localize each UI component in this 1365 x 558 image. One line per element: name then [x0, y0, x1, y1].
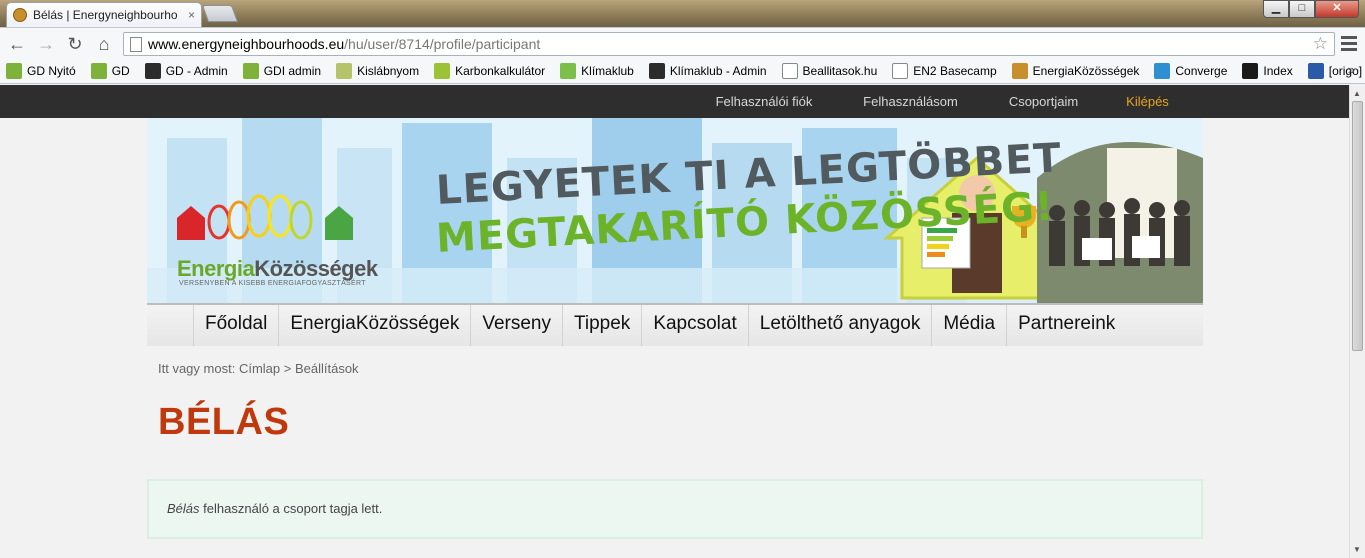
new-tab-button[interactable]: [201, 5, 239, 22]
browser-titlebar: Bélás | Energyneighbourho × ▁ □ ✕: [0, 0, 1365, 27]
message-username: Bélás: [167, 501, 200, 516]
browser-toolbar: ← → ↻ ⌂ www.energyneighbourhoods.eu/hu/u…: [0, 27, 1365, 59]
bookmark-item[interactable]: Klímaklub: [560, 63, 634, 79]
nav-kapcsolat[interactable]: Kapcsolat: [641, 305, 747, 346]
main-navigation: Főoldal EnergiaKözösségek Verseny Tippek…: [147, 303, 1203, 346]
bookmark-item[interactable]: Karbonkalkulátor: [434, 63, 545, 79]
bookmark-label: EnergiaKözösségek: [1032, 64, 1140, 78]
bookmark-star-icon[interactable]: ☆: [1313, 34, 1328, 54]
page-title: BÉLÁS: [158, 401, 290, 443]
reload-icon[interactable]: ↻: [64, 33, 86, 55]
bookmark-label: Klímaklub - Admin: [669, 64, 767, 78]
url-path: /hu/user/8714/profile/participant: [344, 36, 541, 52]
url-host: www.energyneighbourhoods.eu: [148, 36, 345, 52]
page-icon: [892, 63, 909, 79]
joomla-icon: [648, 63, 665, 79]
url-text: www.energyneighbourhoods.eu/hu/user/8714…: [148, 36, 540, 52]
bookmark-label: GD Nyitó: [27, 64, 76, 78]
bookmarks-bar: GD Nyitó GD GD - Admin GDI admin Kislábnyom K…: [0, 59, 1365, 84]
breadcrumb: Itt vagy most: Címlap > Beállítások: [158, 361, 359, 376]
bookmark-label: GD: [111, 64, 130, 78]
bookmark-label: GDI admin: [263, 64, 322, 78]
minimize-button[interactable]: ▁: [1263, 0, 1289, 18]
status-message: Bélás felhasználó a csoport tagja lett.: [147, 479, 1203, 539]
nav-fooldal[interactable]: Főoldal: [193, 305, 278, 346]
page-scrollbar[interactable]: ▲ ▼: [1349, 85, 1365, 558]
bookmark-item[interactable]: Beallitasok.hu: [781, 63, 878, 79]
close-window-button[interactable]: ✕: [1315, 0, 1359, 18]
en2-icon: [1011, 63, 1028, 79]
origo-icon: [1307, 63, 1324, 79]
joomla-icon: [144, 63, 161, 79]
bookmark-label: Beallitasok.hu: [802, 64, 878, 78]
scroll-down-icon[interactable]: ▼: [1353, 545, 1361, 554]
bookmark-item[interactable]: GD - Admin: [144, 63, 228, 79]
breadcrumb-current: Beállítások: [294, 361, 359, 376]
home-icon[interactable]: ⌂: [93, 33, 115, 55]
bookmark-item[interactable]: GD Nyitó: [6, 63, 76, 79]
co2-icon: [434, 63, 451, 79]
bookmark-item[interactable]: EN2 Basecamp: [892, 63, 997, 79]
bookmark-item[interactable]: Klímaklub - Admin: [648, 63, 767, 79]
close-tab-icon[interactable]: ×: [188, 8, 195, 22]
address-bar[interactable]: www.energyneighbourhoods.eu/hu/user/8714…: [123, 32, 1335, 56]
bookmark-label: Klímaklub: [581, 64, 634, 78]
breadcrumb-home-link[interactable]: Címlap: [239, 361, 280, 376]
bookmark-item[interactable]: GDI admin: [242, 63, 322, 79]
logo-kozossegek: Közösségek: [254, 256, 378, 281]
bookmark-item[interactable]: EnergiaKözösségek: [1011, 63, 1140, 79]
bookmark-label: Converge: [1175, 64, 1228, 78]
footprint-icon: [336, 63, 353, 79]
logo-energia: Energia: [177, 256, 255, 281]
index-icon: [1242, 63, 1259, 79]
nav-verseny[interactable]: Verseny: [470, 305, 562, 346]
scroll-up-icon[interactable]: ▲: [1353, 89, 1361, 98]
favicon-icon: [13, 8, 27, 22]
forward-icon[interactable]: →: [35, 33, 57, 55]
bookmark-item[interactable]: GD: [90, 63, 130, 79]
gd-icon: [242, 63, 259, 79]
drupal-icon: [1154, 63, 1171, 79]
nav-letoltheto-anyagok[interactable]: Letölthető anyagok: [747, 305, 932, 346]
bookmark-item[interactable]: Converge: [1154, 63, 1227, 79]
leaf-icon: [560, 63, 577, 79]
browser-menu-icon[interactable]: [1340, 33, 1358, 53]
bookmark-label: Index: [1263, 64, 1293, 78]
logo-tagline: VERSENYBEN A KISEBB ENERGIAFOGYASZTÁSÉRT: [179, 280, 366, 287]
page-icon: [781, 63, 798, 79]
bookmark-item[interactable]: Kislábnyom: [336, 63, 419, 79]
gd-icon: [90, 63, 107, 79]
breadcrumb-separator: >: [283, 361, 292, 376]
logo-wordmark[interactable]: EnergiaKözösségek: [177, 256, 378, 282]
tab-title: Bélás | Energyneighbourho: [33, 8, 178, 22]
message-text: felhasználó a csoport tagja lett.: [203, 501, 383, 516]
gd-icon: [6, 63, 22, 79]
bookmark-label: GD - Admin: [165, 64, 228, 78]
bookmark-label: Kislábnyom: [357, 64, 420, 78]
nav-partnereink[interactable]: Partnereink: [1006, 305, 1126, 346]
bookmark-label: [origo]: [1328, 64, 1363, 78]
maximize-button[interactable]: □: [1289, 0, 1315, 18]
user-topbar: Felhasználói fiók Felhasználásom Csoport…: [0, 85, 1349, 124]
back-icon[interactable]: ←: [6, 33, 28, 55]
bookmark-label: Karbonkalkulátor: [455, 64, 546, 78]
bookmarks-more-icon[interactable]: »: [1348, 62, 1355, 77]
header-banner: EnergiaKözösségek VERSENYBEN A KISEBB EN…: [147, 118, 1203, 303]
bookmark-item[interactable]: Index: [1242, 63, 1293, 79]
nav-tippek[interactable]: Tippek: [561, 305, 641, 346]
nav-media[interactable]: Média: [931, 305, 1006, 346]
bookmark-label: EN2 Basecamp: [913, 64, 997, 78]
page-icon: [130, 36, 142, 52]
browser-tab[interactable]: Bélás | Energyneighbourho ×: [6, 2, 202, 27]
window-controls: ▁ □ ✕: [1263, 0, 1359, 18]
scrollbar-thumb[interactable]: [1352, 101, 1363, 351]
breadcrumb-prefix: Itt vagy most:: [158, 361, 236, 376]
page-viewport: Felhasználói fiók Felhasználásom Csoport…: [0, 85, 1349, 558]
nav-energiakozossegek[interactable]: EnergiaKözösségek: [278, 305, 470, 346]
